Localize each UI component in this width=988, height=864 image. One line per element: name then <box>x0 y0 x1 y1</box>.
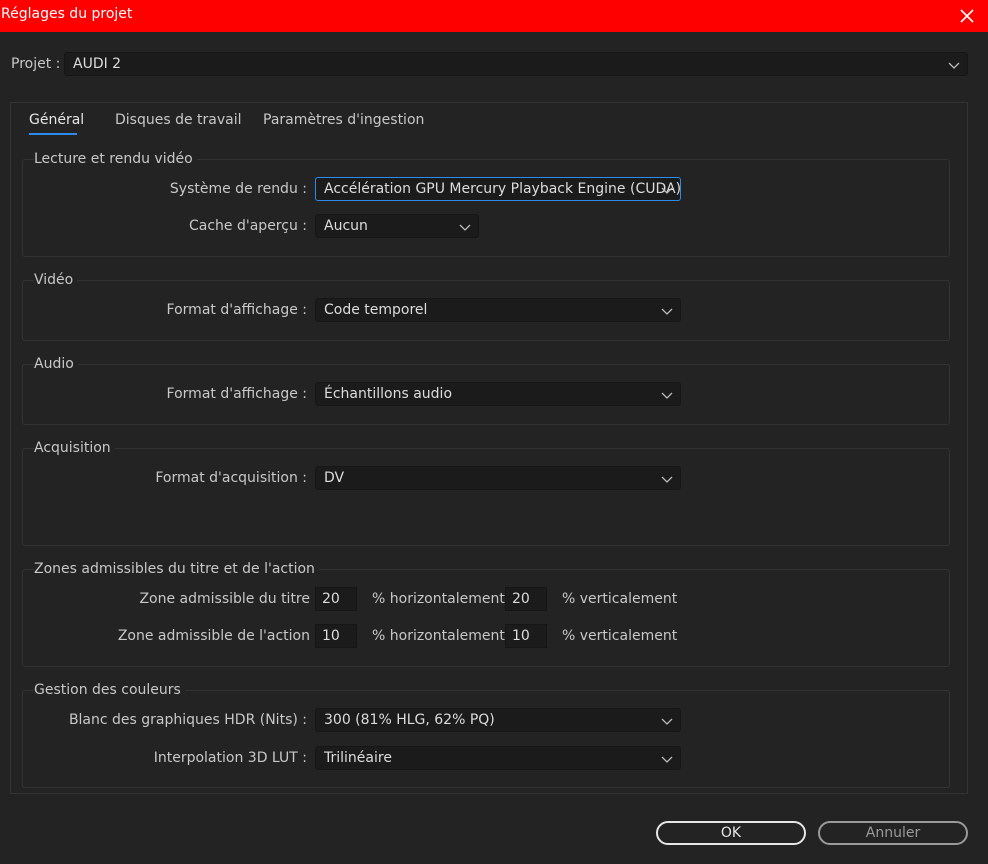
renderer-select-value: Accélération GPU Mercury Playback Engine… <box>324 181 682 197</box>
video-format-select[interactable]: Code temporel <box>315 298 681 322</box>
capture-format-select[interactable]: DV <box>315 466 681 490</box>
safe-zones-group <box>22 569 950 667</box>
project-select[interactable]: AUDI 2 <box>64 52 968 76</box>
chevron-down-icon <box>948 62 960 69</box>
audio-format-value: Échantillons audio <box>324 386 453 402</box>
tab-scratch-disks[interactable]: Disques de travail <box>115 112 242 128</box>
chevron-down-icon <box>661 187 673 194</box>
lut-interpolation-select[interactable]: Trilinéaire <box>315 746 681 770</box>
title-safe-horizontal-input[interactable]: 20 <box>315 587 357 611</box>
capture-group <box>22 448 950 546</box>
action-safe-vertical-input[interactable]: 10 <box>505 624 547 648</box>
capture-group-title: Acquisition <box>34 440 115 456</box>
tab-general[interactable]: Général <box>29 112 84 128</box>
project-label: Projet : <box>11 56 61 72</box>
title-safe-vertical-input[interactable]: 20 <box>505 587 547 611</box>
lut-interpolation-label: Interpolation 3D LUT : <box>153 750 307 766</box>
chevron-down-icon <box>661 756 673 763</box>
action-safe-horizontal-unit: % horizontalement <box>372 628 505 644</box>
playback-group-title: Lecture et rendu vidéo <box>34 151 197 167</box>
audio-format-label: Format d'affichage : <box>166 386 307 402</box>
capture-format-value: DV <box>324 470 345 486</box>
action-safe-vertical-unit: % verticalement <box>562 628 678 644</box>
chevron-down-icon <box>661 308 673 315</box>
audio-group-title: Audio <box>34 356 78 372</box>
lut-interpolation-value: Trilinéaire <box>324 750 392 766</box>
preview-cache-select[interactable]: Aucun <box>315 214 479 238</box>
hdr-white-select[interactable]: 300 (81% HLG, 62% PQ) <box>315 708 681 732</box>
chevron-down-icon <box>661 392 673 399</box>
close-icon[interactable] <box>955 4 979 28</box>
title-safe-label: Zone admissible du titre <box>139 591 310 607</box>
video-group-title: Vidéo <box>34 272 78 288</box>
chevron-down-icon <box>661 476 673 483</box>
audio-format-select[interactable]: Échantillons audio <box>315 382 681 406</box>
safe-zones-group-title: Zones admissibles du titre et de l'actio… <box>34 561 319 577</box>
renderer-select[interactable]: Accélération GPU Mercury Playback Engine… <box>315 177 681 201</box>
active-tab-indicator <box>29 133 77 135</box>
playback-group <box>22 159 950 257</box>
color-management-group <box>22 690 950 788</box>
ok-button[interactable]: OK <box>656 821 806 845</box>
title-safe-horizontal-unit: % horizontalement <box>372 591 505 607</box>
preview-cache-label: Cache d'aperçu : <box>189 218 307 234</box>
preview-cache-value: Aucun <box>324 218 368 234</box>
window-title: Réglages du projet <box>1 6 133 22</box>
title-safe-vertical-unit: % verticalement <box>562 591 678 607</box>
video-format-value: Code temporel <box>324 302 428 318</box>
renderer-label: Système de rendu : <box>169 181 307 197</box>
color-management-group-title: Gestion des couleurs <box>34 682 185 698</box>
video-format-label: Format d'affichage : <box>166 302 307 318</box>
title-bar: Réglages du projet <box>0 0 988 32</box>
capture-format-label: Format d'acquisition : <box>155 470 307 486</box>
chevron-down-icon <box>661 718 673 725</box>
project-select-value: AUDI 2 <box>73 56 122 72</box>
action-safe-horizontal-input[interactable]: 10 <box>315 624 357 648</box>
hdr-white-value: 300 (81% HLG, 62% PQ) <box>324 712 495 728</box>
tab-ingest-settings[interactable]: Paramètres d'ingestion <box>263 112 424 128</box>
action-safe-label: Zone admissible de l'action <box>117 628 310 644</box>
chevron-down-icon <box>459 224 471 231</box>
cancel-button[interactable]: Annuler <box>818 821 968 845</box>
hdr-white-label: Blanc des graphiques HDR (Nits) : <box>68 712 307 728</box>
